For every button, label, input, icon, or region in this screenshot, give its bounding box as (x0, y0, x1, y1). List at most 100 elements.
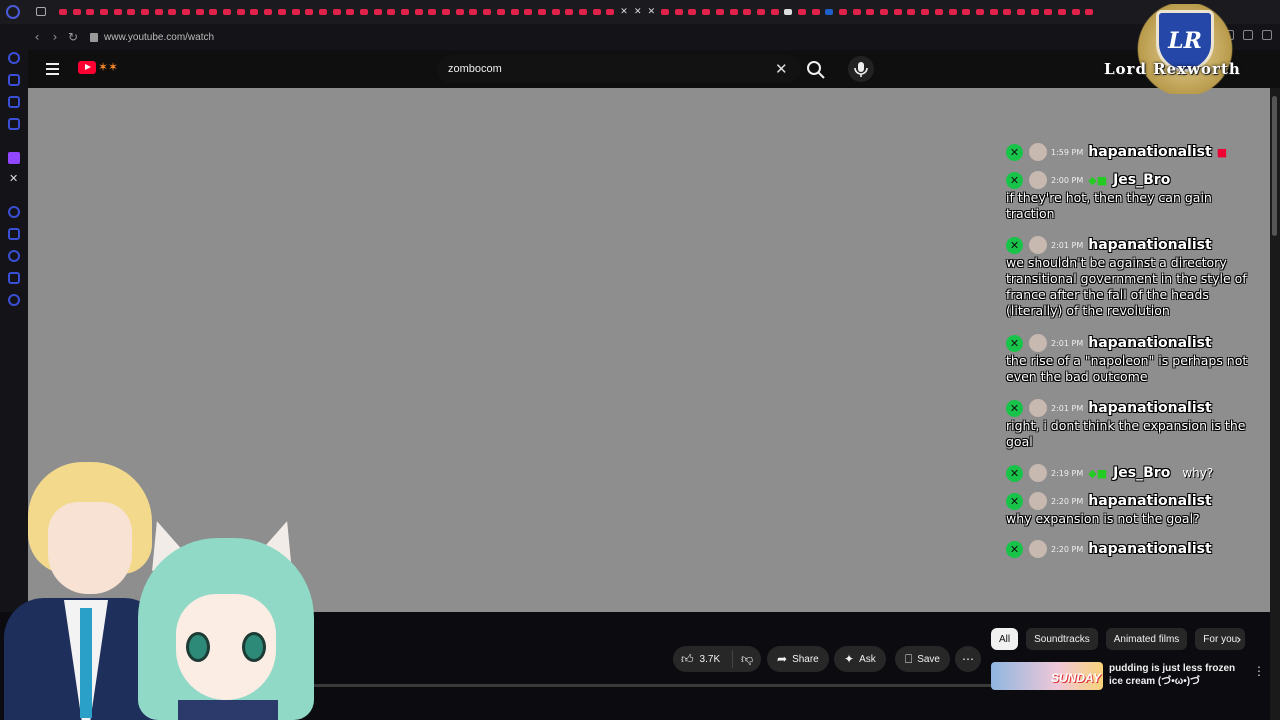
browser-tab[interactable] (836, 0, 850, 24)
browser-tab[interactable] (398, 0, 412, 24)
browser-tab[interactable] (1055, 0, 1069, 24)
browser-tab[interactable] (385, 0, 399, 24)
browser-tab[interactable] (1028, 0, 1042, 24)
browser-tab-x[interactable]: ✕ (631, 0, 645, 24)
search-input-value[interactable]: zombocom (448, 63, 502, 75)
browser-tab[interactable] (302, 0, 316, 24)
doodle-logo-icon[interactable]: ✶✶ (98, 60, 118, 74)
browser-tab[interactable] (371, 0, 385, 24)
share-button[interactable]: ➦ Share (767, 646, 829, 672)
timer-icon[interactable] (8, 250, 20, 262)
history-icon[interactable] (8, 52, 20, 64)
browser-tab[interactable] (508, 0, 522, 24)
browser-tab[interactable] (97, 0, 111, 24)
twitch-icon[interactable] (8, 152, 20, 164)
chat-icon[interactable] (8, 96, 20, 108)
browser-tab[interactable] (275, 0, 289, 24)
search-input[interactable]: zombocom (437, 55, 801, 83)
browser-tab[interactable] (467, 0, 481, 24)
chip-soundtracks[interactable]: Soundtracks (1026, 628, 1098, 650)
browser-tab[interactable] (699, 0, 713, 24)
page-scrollbar[interactable] (1270, 88, 1280, 720)
mail-icon[interactable] (8, 118, 20, 130)
search-icon[interactable] (804, 58, 828, 80)
tag-icon[interactable] (8, 272, 20, 284)
chip-all[interactable]: All (991, 628, 1019, 650)
browser-tab[interactable] (426, 0, 440, 24)
browser-tab[interactable] (604, 0, 618, 24)
browser-tab[interactable] (207, 0, 221, 24)
browser-tab[interactable] (905, 0, 919, 24)
clock-icon[interactable] (8, 206, 20, 218)
chevron-right-icon[interactable]: › (1236, 632, 1242, 648)
browser-tab[interactable] (864, 0, 878, 24)
clear-search-icon[interactable]: ✕ (775, 59, 788, 79)
browser-tab[interactable] (549, 0, 563, 24)
chip-animated-films[interactable]: Animated films (1105, 628, 1188, 650)
browser-tab[interactable] (754, 0, 768, 24)
browser-tab[interactable] (713, 0, 727, 24)
scrollbar-thumb[interactable] (1272, 96, 1277, 236)
recommended-video[interactable]: SUNDAY pudding is just less frozen ice c… (991, 662, 1265, 692)
more-vertical-icon[interactable]: ⋮ (1253, 664, 1265, 678)
browser-tab[interactable] (973, 0, 987, 24)
browser-tab[interactable] (946, 0, 960, 24)
forward-icon[interactable]: › (46, 30, 64, 44)
browser-tab[interactable] (932, 0, 946, 24)
browser-tab[interactable] (535, 0, 549, 24)
browser-tab[interactable] (494, 0, 508, 24)
browser-tab[interactable] (1042, 0, 1056, 24)
video-thumbnail[interactable]: SUNDAY (991, 662, 1103, 690)
browser-tab[interactable] (891, 0, 905, 24)
reload-icon[interactable]: ↻ (64, 30, 82, 44)
browser-tab[interactable] (179, 0, 193, 24)
browser-tab-x[interactable]: ✕ (645, 0, 659, 24)
browser-tab[interactable] (439, 0, 453, 24)
browser-tab[interactable] (330, 0, 344, 24)
people-icon[interactable] (8, 74, 20, 86)
browser-tab[interactable] (1000, 0, 1014, 24)
voice-search-button[interactable] (848, 56, 874, 82)
browser-tab[interactable] (152, 0, 166, 24)
browser-tab[interactable] (727, 0, 741, 24)
tab-overview-icon[interactable] (36, 7, 46, 16)
x-icon[interactable]: ✕ (9, 172, 21, 185)
browser-tab[interactable] (138, 0, 152, 24)
browser-tab[interactable] (850, 0, 864, 24)
browser-tab[interactable] (1014, 0, 1028, 24)
youtube-logo-icon[interactable] (78, 61, 96, 74)
browser-tab[interactable] (658, 0, 672, 24)
browser-tab[interactable] (453, 0, 467, 24)
browser-tab[interactable] (918, 0, 932, 24)
browser-tab[interactable] (111, 0, 125, 24)
browser-tab[interactable] (877, 0, 891, 24)
browser-tab[interactable] (768, 0, 782, 24)
browser-tab[interactable] (289, 0, 303, 24)
back-icon[interactable]: ‹ (28, 30, 46, 44)
recommended-video-title[interactable]: pudding is just less frozen ice cream (づ… (1109, 662, 1249, 688)
browser-tab[interactable] (124, 0, 138, 24)
browser-tab[interactable] (809, 0, 823, 24)
browser-tab[interactable] (261, 0, 275, 24)
browser-tab[interactable] (987, 0, 1001, 24)
browser-tab[interactable] (576, 0, 590, 24)
browser-tab[interactable] (70, 0, 84, 24)
dislike-button[interactable]: 👎︎ (733, 652, 753, 667)
like-button[interactable]: 👍︎ 3.7K (673, 650, 733, 668)
browser-tab[interactable] (480, 0, 494, 24)
browser-tab[interactable] (56, 0, 70, 24)
browser-tab[interactable] (521, 0, 535, 24)
browser-tab[interactable] (316, 0, 330, 24)
browser-tab[interactable] (166, 0, 180, 24)
browser-tab[interactable] (1083, 0, 1097, 24)
more-actions-button[interactable]: ⋯ (955, 646, 981, 672)
browser-tab[interactable] (590, 0, 604, 24)
settings-gear-icon[interactable] (8, 294, 20, 306)
browser-tab[interactable] (248, 0, 262, 24)
browser-tab[interactable] (781, 0, 795, 24)
url-field[interactable]: www.youtube.com/watch (104, 32, 214, 43)
browser-tab[interactable] (672, 0, 686, 24)
browser-tab[interactable] (686, 0, 700, 24)
browser-tab[interactable] (412, 0, 426, 24)
ask-button[interactable]: ✦ Ask (834, 646, 886, 672)
